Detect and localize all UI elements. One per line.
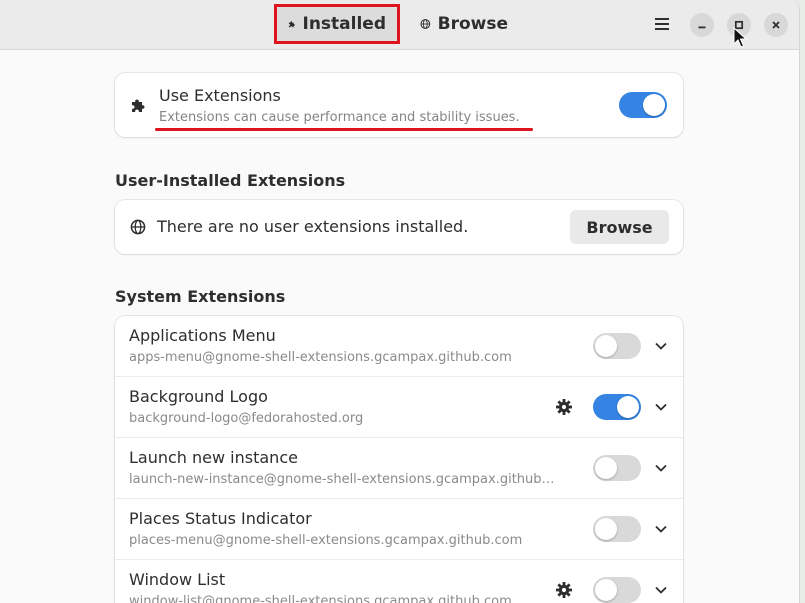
close-button[interactable] — [764, 13, 788, 37]
chevron-down-icon[interactable] — [653, 582, 669, 598]
tab-installed[interactable]: Installed — [276, 6, 398, 42]
tab-browse-label: Browse — [437, 14, 508, 34]
extension-switch[interactable] — [593, 577, 641, 603]
minimize-icon — [698, 26, 706, 29]
use-extensions-subtitle: Extensions can cause performance and sta… — [159, 110, 520, 125]
extension-uuid: apps-menu@gnome-shell-extensions.gcampax… — [129, 350, 512, 365]
extension-name: Applications Menu — [129, 326, 276, 345]
chevron-down-icon[interactable] — [653, 521, 669, 537]
hamburger-menu-icon — [655, 18, 669, 30]
tab-browse[interactable]: Browse — [408, 6, 520, 42]
extension-switch[interactable] — [593, 455, 641, 481]
extension-row[interactable]: Background Logo background-logo@fedorahos… — [115, 377, 683, 438]
extension-row[interactable]: Applications Menu apps-menu@gnome-shell-e… — [115, 316, 683, 377]
gear-icon[interactable] — [555, 581, 573, 599]
puzzle-piece-icon — [288, 21, 295, 28]
system-extensions-heading: System Extensions — [115, 287, 286, 306]
user-installed-heading: User-Installed Extensions — [115, 171, 346, 190]
browse-button[interactable]: Browse — [570, 210, 669, 244]
extension-name: Places Status Indicator — [129, 509, 312, 528]
chevron-down-icon[interactable] — [653, 338, 669, 354]
extension-switch[interactable] — [593, 333, 641, 359]
main-content: Use Extensions Extensions can cause perf… — [0, 51, 799, 603]
use-extensions-switch[interactable] — [619, 92, 667, 118]
minimize-button[interactable] — [690, 13, 714, 37]
gear-icon[interactable] — [555, 398, 573, 416]
extension-switch[interactable] — [593, 394, 641, 420]
user-extensions-empty-row: There are no user extensions installed. … — [115, 200, 683, 254]
puzzle-piece-icon — [132, 99, 145, 112]
close-icon — [772, 21, 780, 29]
extension-uuid: launch-new-instance@gnome-shell-extensio… — [129, 472, 555, 487]
system-extensions-list: Applications Menu apps-menu@gnome-shell-e… — [115, 316, 683, 603]
extension-row[interactable]: Window List window-list@gnome-shell-exten… — [115, 560, 683, 603]
no-user-extensions-text: There are no user extensions installed. — [157, 217, 469, 236]
extension-name: Background Logo — [129, 387, 268, 406]
chevron-down-icon[interactable] — [653, 460, 669, 476]
extension-switch[interactable] — [593, 516, 641, 542]
extension-row[interactable]: Launch new instance launch-new-instance@g… — [115, 438, 683, 499]
extension-uuid: background-logo@fedorahosted.org — [129, 411, 364, 426]
use-extensions-title: Use Extensions — [159, 86, 281, 105]
annotation-underline — [155, 128, 533, 131]
extension-uuid: places-menu@gnome-shell-extensions.gcamp… — [129, 533, 523, 548]
tab-installed-label: Installed — [302, 14, 387, 34]
use-extensions-row: Use Extensions Extensions can cause perf… — [115, 73, 683, 137]
main-menu-button[interactable] — [648, 10, 676, 38]
headerbar: Installed Browse — [0, 0, 799, 50]
extension-name: Launch new instance — [129, 448, 298, 467]
chevron-down-icon[interactable] — [653, 399, 669, 415]
globe-icon — [420, 19, 431, 29]
extension-row[interactable]: Places Status Indicator places-menu@gnome… — [115, 499, 683, 560]
extensions-window: Installed Browse Use Extensions Extensio… — [0, 0, 800, 603]
globe-icon — [130, 219, 146, 235]
extension-uuid: window-list@gnome-shell-extensions.gcamp… — [129, 594, 512, 603]
mouse-cursor-icon — [733, 27, 747, 48]
extension-name: Window List — [129, 570, 226, 589]
